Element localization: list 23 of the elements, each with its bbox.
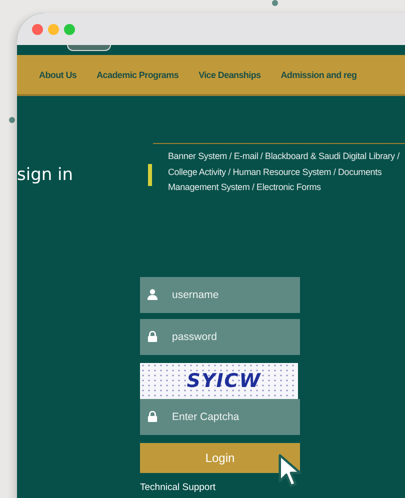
pointer-cursor-icon <box>278 453 302 489</box>
decoration-dot <box>272 0 278 6</box>
decoration-dot <box>9 117 15 123</box>
sign-in-title: sign in <box>17 165 74 185</box>
user-icon <box>147 288 158 300</box>
nav-link[interactable]: Academic Programs <box>96 70 179 80</box>
close-button[interactable] <box>32 24 43 34</box>
input-field[interactable]: username <box>140 276 300 312</box>
maximize-button[interactable] <box>64 24 75 34</box>
accent-bar <box>148 164 152 186</box>
nav-link[interactable]: Admission and reg <box>280 70 357 80</box>
input-field[interactable]: password <box>140 318 300 354</box>
emblem-icon <box>67 45 111 51</box>
input-field[interactable]: Enter Captcha <box>140 398 300 434</box>
services-list: Banner System / E-mail / Blackboard & Saudi Digital Library / College Activity / Human Resource System / Documents Management System / Electronic Forms <box>168 149 404 196</box>
nav-link[interactable]: Vice Deanships <box>198 70 261 80</box>
technical-support-link[interactable]: Technical Support <box>140 482 216 492</box>
login-button[interactable]: Login <box>140 442 300 472</box>
lock-icon <box>147 410 158 422</box>
lock-icon <box>147 330 158 342</box>
nav-link[interactable]: About Us <box>39 70 77 80</box>
captcha-text: SYICW <box>186 370 262 392</box>
minimize-button[interactable] <box>48 24 59 34</box>
